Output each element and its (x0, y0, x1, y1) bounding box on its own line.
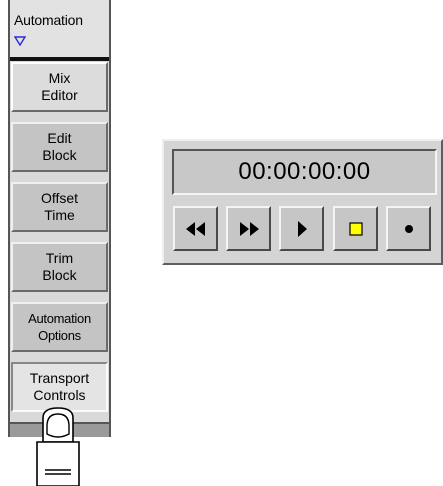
rewind-icon (185, 221, 205, 236)
triangle-down-icon (14, 36, 26, 46)
automation-options-button[interactable]: Automation Options (11, 302, 108, 352)
fast-forward-icon (239, 221, 259, 236)
trim-block-button[interactable]: Trim Block (11, 242, 108, 292)
record-button[interactable] (386, 206, 431, 251)
record-icon (404, 224, 413, 233)
automation-menu[interactable]: Automation (10, 0, 109, 57)
transport-panel: 00:00:00:00 (162, 139, 443, 265)
stop-button[interactable] (333, 206, 378, 251)
tool-sidebar: Automation Mix Editor Edit Block Offset … (8, 0, 111, 437)
edit-block-button[interactable]: Edit Block (11, 122, 108, 172)
play-icon (297, 220, 307, 237)
pointing-hand-icon (36, 407, 80, 486)
stop-icon (348, 221, 363, 236)
automation-menu-title: Automation (14, 12, 83, 28)
play-button[interactable] (279, 206, 324, 251)
divider (10, 57, 109, 61)
offset-time-button[interactable]: Offset Time (11, 182, 108, 232)
timecode-display: 00:00:00:00 (172, 149, 437, 195)
mix-editor-button[interactable]: Mix Editor (11, 62, 108, 112)
rewind-button[interactable] (173, 206, 218, 251)
fast-forward-button[interactable] (226, 206, 271, 251)
